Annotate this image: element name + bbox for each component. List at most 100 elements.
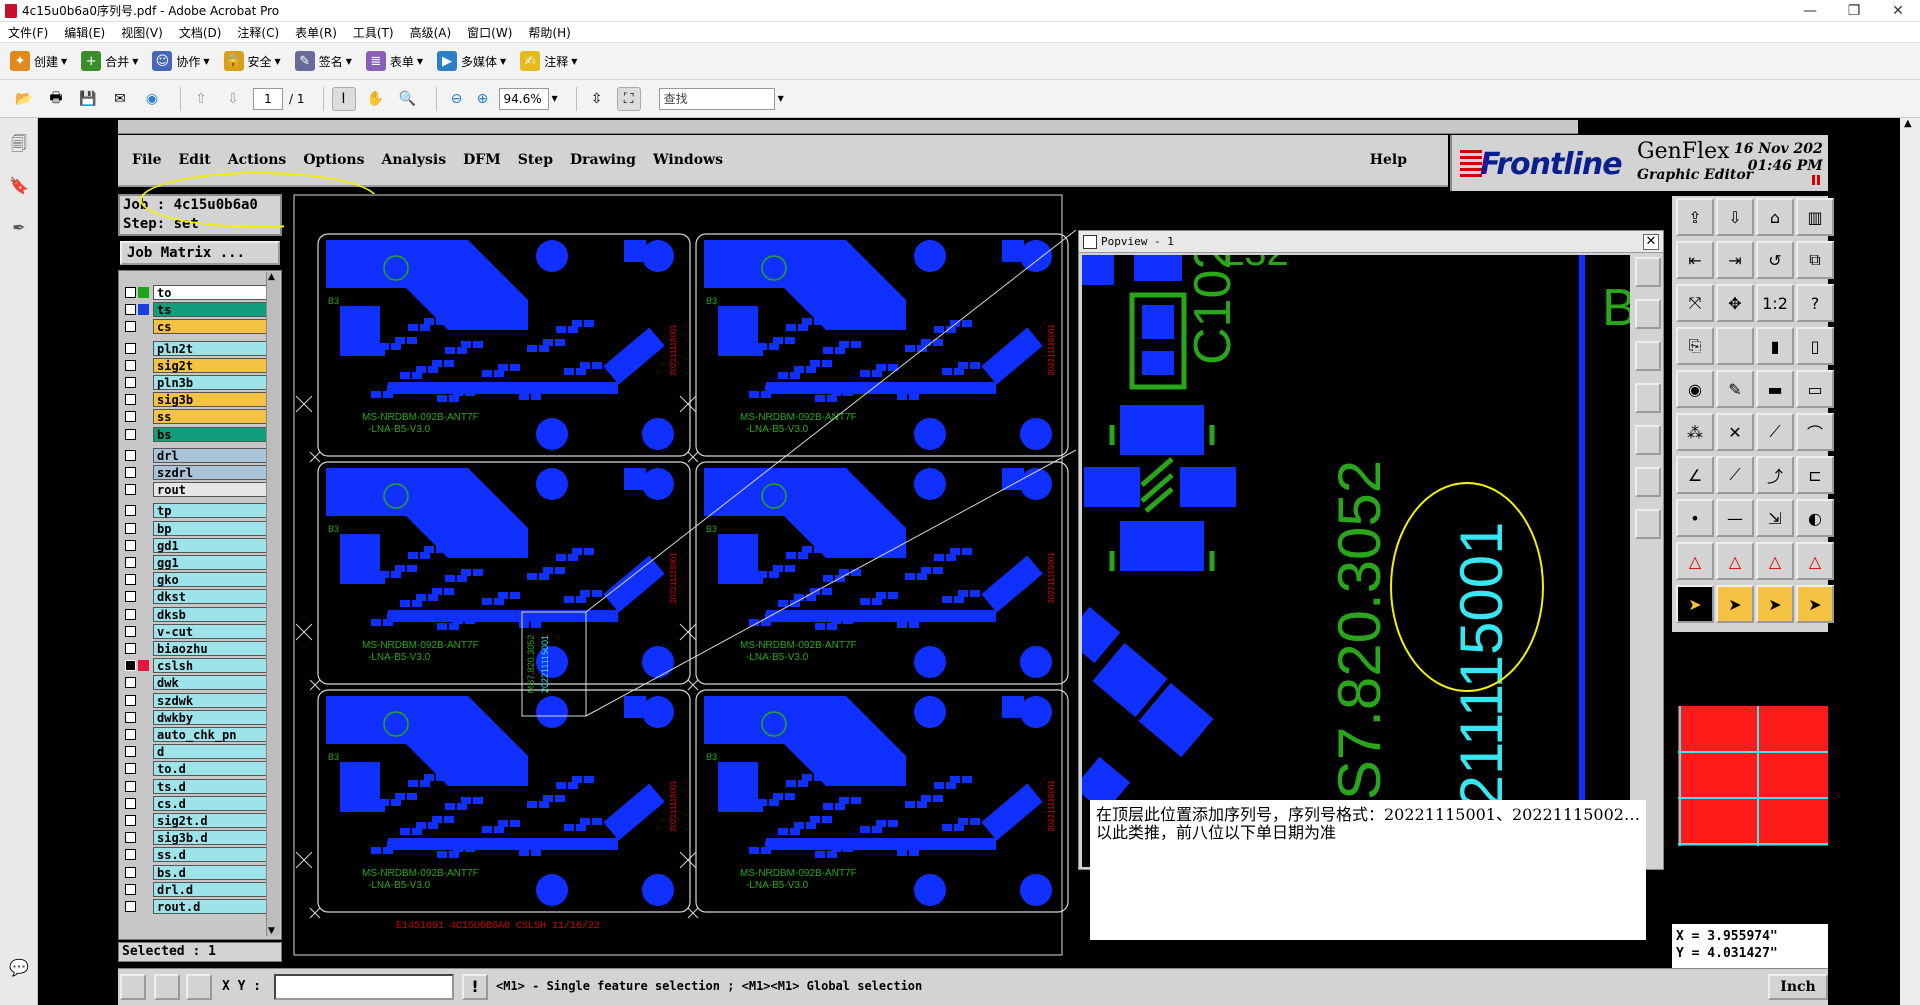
popview-prev-button[interactable] (1635, 383, 1661, 413)
layer-color-swatch[interactable] (138, 849, 149, 861)
layer-checkbox[interactable] (125, 428, 136, 440)
layer-checkbox[interactable] (125, 797, 136, 809)
layer-list-scrollbar[interactable]: ▲ ▼ (266, 272, 280, 936)
layer-row-drl[interactable]: drl (125, 447, 273, 463)
layer-name[interactable]: pln3b (153, 375, 273, 390)
layer-name[interactable]: rout (153, 482, 273, 498)
chevron-down-icon[interactable]: ▼ (778, 94, 784, 103)
scroll-down-icon[interactable]: ▼ (268, 926, 275, 936)
layer-color-swatch[interactable] (138, 449, 149, 461)
gen-menu-step[interactable]: Step (518, 152, 553, 168)
layer-name[interactable]: ss.d (153, 847, 273, 863)
layer-color-swatch[interactable] (138, 304, 149, 316)
layer-checkbox[interactable] (125, 711, 136, 723)
layer-row-biaozhu[interactable]: biaozhu (125, 641, 273, 656)
layer-checkbox[interactable] (125, 411, 136, 423)
graphic-canvas[interactable]: B3 MS-NRDBM-092B-ANT7F -LNA-B5-V3.0 2022111… (284, 194, 1077, 966)
pointer2-icon[interactable]: ➤ (1716, 585, 1754, 623)
layer-color-swatch[interactable] (138, 522, 149, 534)
layer-checkbox[interactable] (125, 866, 136, 878)
layer-color-swatch[interactable] (138, 815, 149, 826)
layer-name[interactable]: cs.d (153, 795, 273, 811)
layer-row-bp[interactable]: bp (125, 520, 273, 536)
menu-advanced[interactable]: 高级(A) (402, 24, 460, 41)
layer-name[interactable]: to.d (153, 761, 273, 777)
gen-menu-file[interactable]: File (132, 152, 161, 168)
popview-zoom-button[interactable] (1635, 257, 1661, 287)
layer-color-swatch[interactable] (138, 780, 149, 792)
layer-checkbox[interactable] (125, 287, 136, 298)
circle-icon[interactable]: ◉ (1676, 370, 1714, 408)
layer-color-swatch[interactable] (138, 557, 149, 568)
dot-icon[interactable]: • (1676, 499, 1714, 537)
layer-row-pln2t[interactable]: pln2t (125, 340, 273, 356)
layer-checkbox[interactable] (125, 815, 136, 826)
security-button[interactable]: 🔒 安全 ▼ (223, 51, 281, 71)
layer-checkbox[interactable] (125, 574, 136, 586)
menu-document[interactable]: 文档(D) (171, 24, 230, 41)
slash-icon[interactable]: ⟋ (1716, 456, 1754, 494)
layer-color-swatch[interactable] (138, 539, 149, 551)
rect-icon[interactable]: ▭ (1796, 370, 1834, 408)
xy-input[interactable] (274, 974, 454, 1000)
layer-checkbox[interactable] (125, 539, 136, 551)
layer-name[interactable]: auto_chk_pn (153, 727, 273, 742)
pointer-icon[interactable]: ➤ (1676, 585, 1714, 623)
half-icon[interactable]: ◐ (1796, 499, 1834, 537)
menu-edit[interactable]: 编辑(E) (56, 24, 113, 41)
fit-width-icon[interactable]: ⇳ (585, 87, 609, 111)
arrow-down-icon[interactable]: ⇩ (221, 87, 245, 111)
layer-checkbox[interactable] (125, 484, 136, 496)
question-icon[interactable]: ? (1796, 284, 1834, 322)
layer-checkbox[interactable] (125, 449, 136, 461)
layer-name[interactable]: tp (153, 503, 273, 519)
signatures-icon[interactable]: ✒ (8, 218, 30, 240)
layer-name[interactable]: sig3b (153, 392, 273, 408)
triangle2-icon[interactable]: △ (1716, 542, 1754, 580)
export-icon[interactable]: ⇪ (1676, 198, 1714, 236)
close-button[interactable]: ✕ (1876, 0, 1920, 22)
scroll-up-icon[interactable]: ▲ (1904, 118, 1912, 129)
layer-row-gko[interactable]: gko (125, 572, 273, 588)
layer-name[interactable]: dksb (153, 606, 273, 622)
create-button[interactable]: ✦ 创建 ▼ (10, 51, 67, 71)
layer-name[interactable]: bs.d (153, 864, 273, 880)
node-icon[interactable]: ⁂ (1676, 413, 1714, 451)
ratio-icon[interactable]: 1:2 (1756, 284, 1794, 322)
layer-row-cslsh[interactable]: cslsh (125, 658, 273, 674)
layer-name[interactable]: pln2t (153, 340, 273, 356)
layer-checkbox[interactable] (125, 660, 136, 672)
page-number-input[interactable]: 1 (253, 87, 283, 110)
layer-name[interactable]: szdrl (153, 465, 273, 480)
import-icon[interactable]: ⇩ (1716, 198, 1754, 236)
layer-checkbox[interactable] (125, 321, 136, 333)
layer-name[interactable]: to (153, 285, 273, 300)
bracket-icon[interactable]: ⊏ (1796, 456, 1834, 494)
layer-name[interactable]: ss (153, 409, 273, 425)
layer-checkbox[interactable] (125, 304, 136, 316)
layer-row-dwkby[interactable]: dwkby (125, 709, 273, 725)
layer-row-to-d[interactable]: to.d (125, 761, 273, 777)
layer-row-drl-d[interactable]: drl.d (125, 881, 273, 897)
layer-row-szdwk[interactable]: szdwk (125, 692, 273, 708)
layer-row-rout[interactable]: rout (125, 482, 273, 498)
zoom-in-icon[interactable]: ⊕ (471, 87, 495, 111)
job-matrix-button[interactable]: Job Matrix ... (120, 241, 280, 265)
layer-name[interactable]: drl (153, 447, 273, 463)
layer-name[interactable]: bp (153, 520, 273, 536)
select-text-icon[interactable]: I (331, 86, 356, 111)
layer-name[interactable]: ts (153, 302, 273, 318)
popview-home-button[interactable] (1635, 341, 1661, 371)
warning-icon[interactable]: ! (462, 974, 488, 1000)
arrow-in-icon[interactable]: ⇤ (1676, 241, 1714, 279)
layer-color-swatch[interactable] (138, 608, 149, 620)
layer-color-swatch[interactable] (138, 797, 149, 809)
layer-name[interactable]: gd1 (153, 537, 273, 553)
layer-color-swatch[interactable] (138, 746, 149, 758)
gen-menu-actions[interactable]: Actions (228, 152, 287, 168)
layer-color-swatch[interactable] (138, 484, 149, 496)
gen-menu-edit[interactable]: Edit (178, 152, 210, 168)
layer-row-bs-d[interactable]: bs.d (125, 864, 273, 880)
grid-icon[interactable] (186, 974, 212, 1000)
pointer3-icon[interactable]: ➤ (1756, 585, 1794, 623)
